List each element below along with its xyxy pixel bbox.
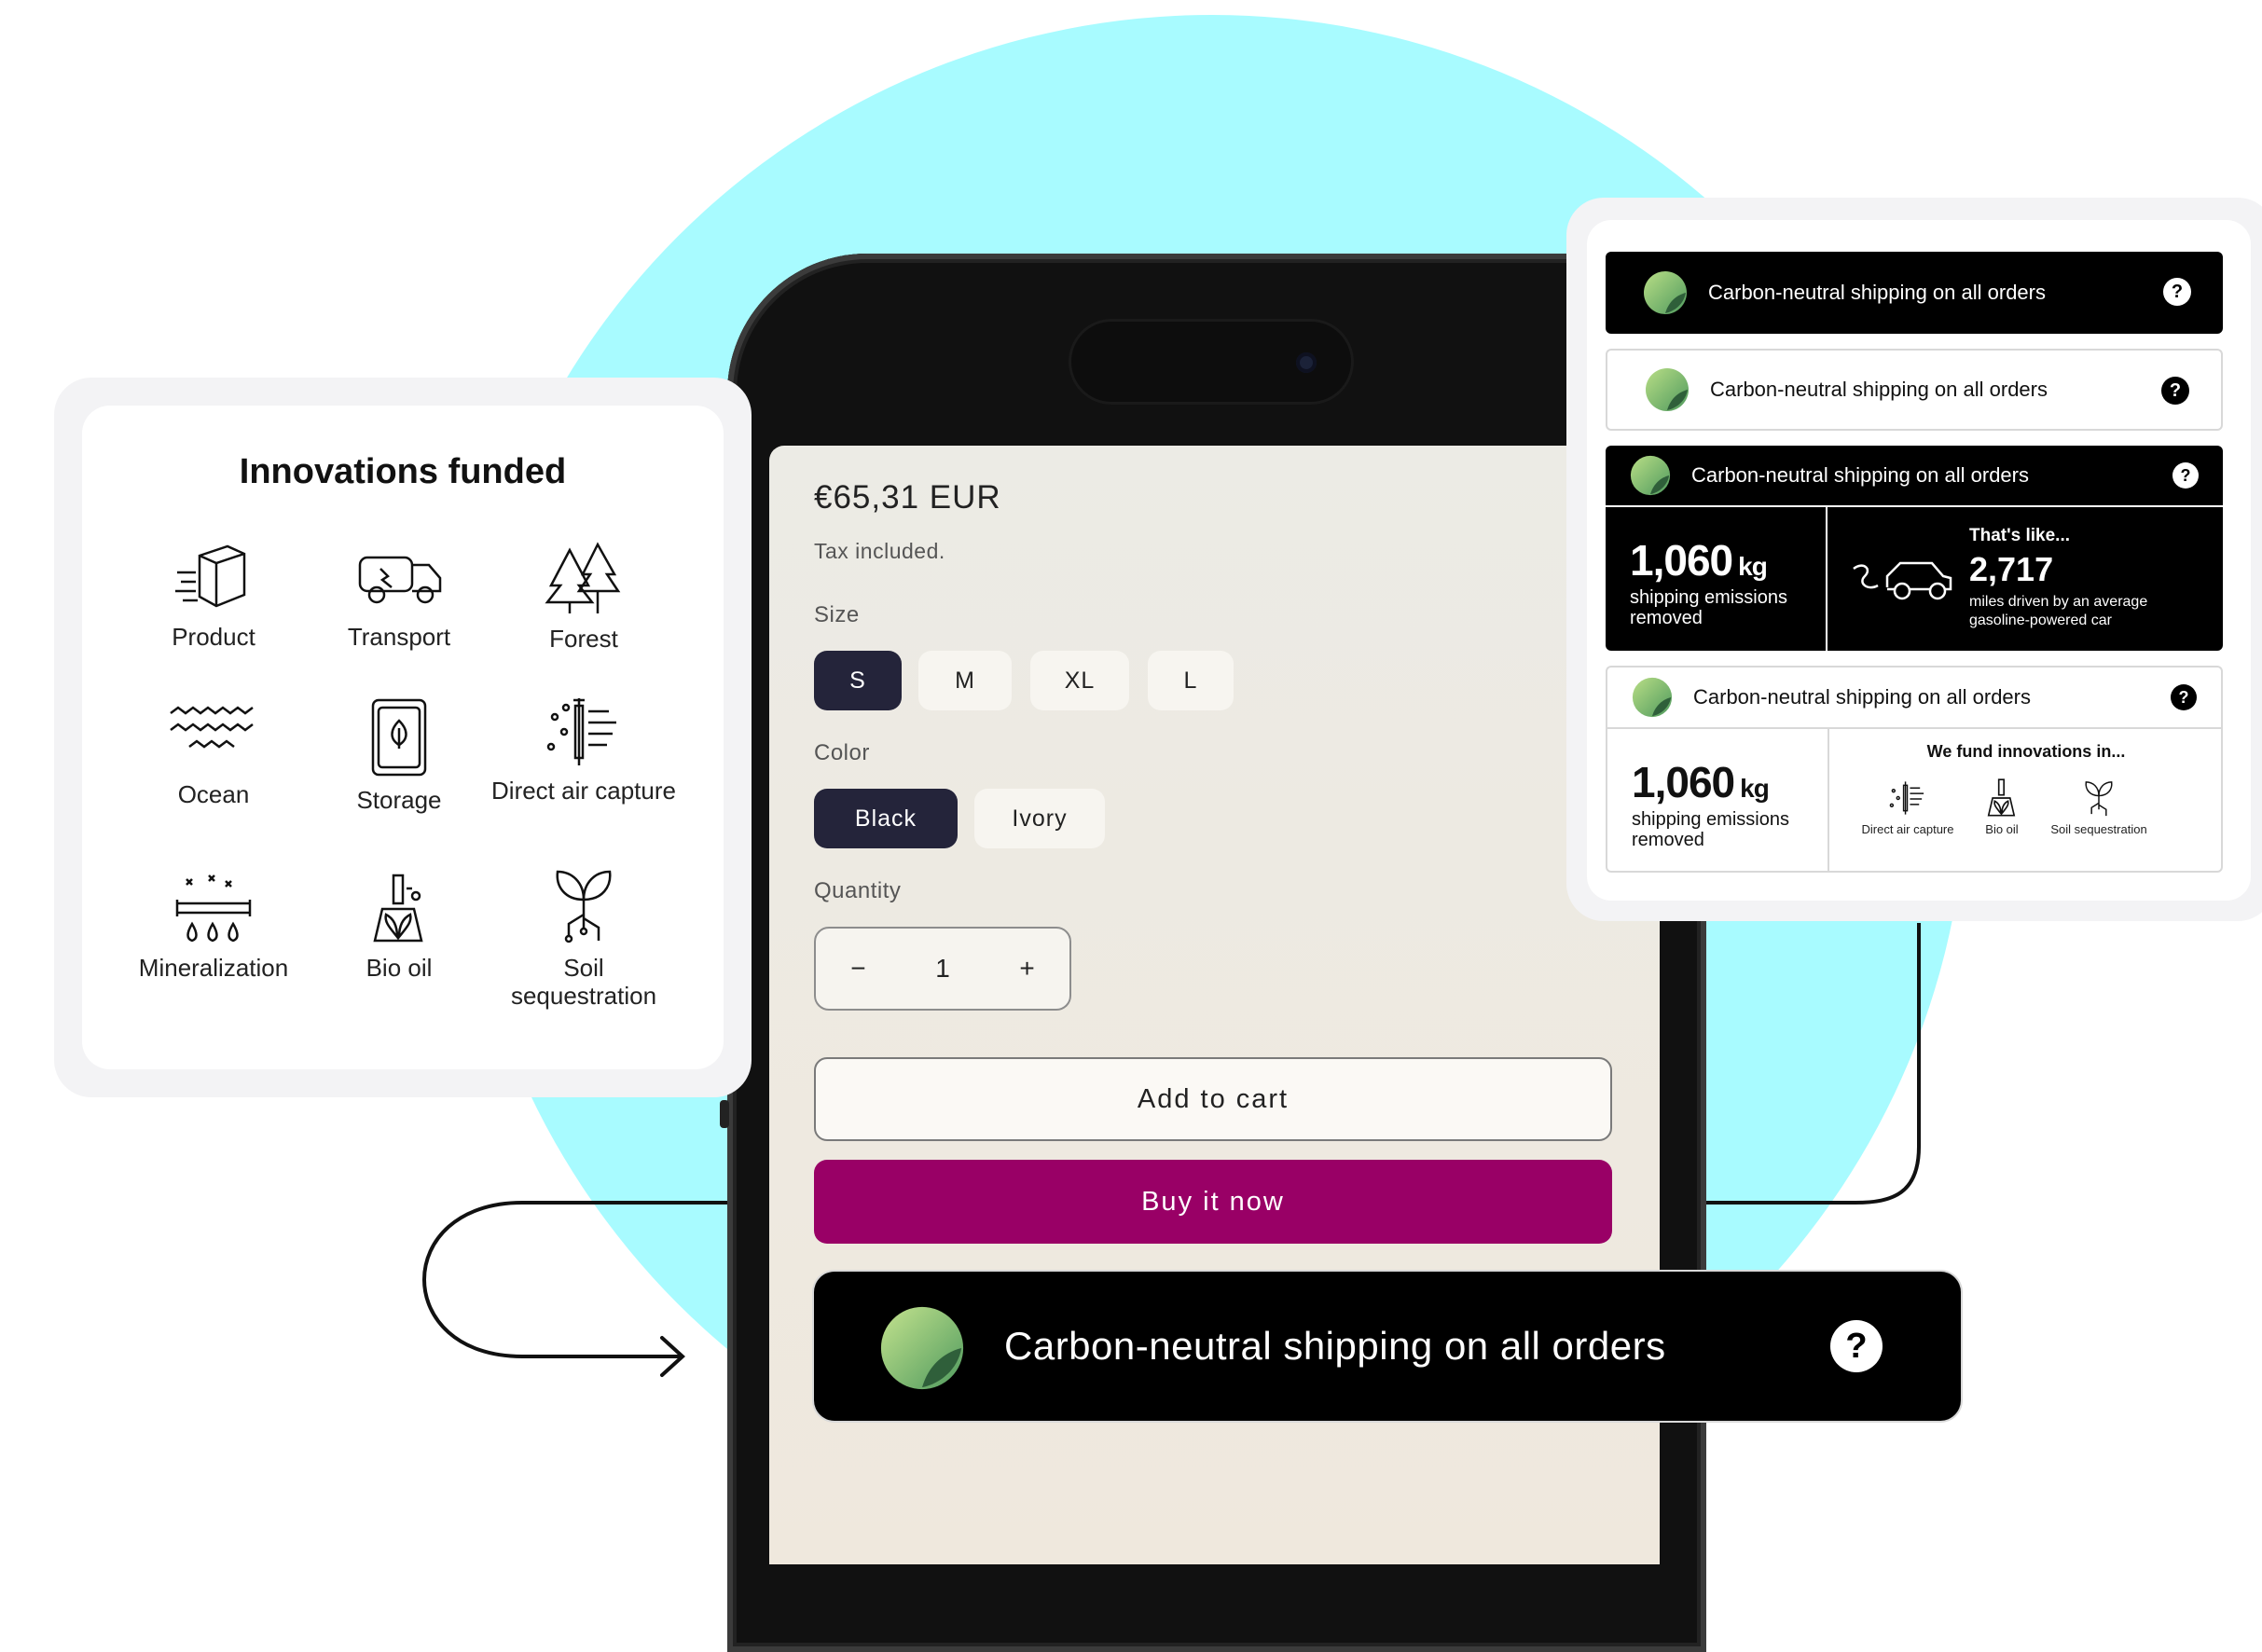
widget-bar-text: Carbon-neutral shipping on all orders — [1710, 378, 2048, 401]
emissions-value: 1,060 kg — [1632, 758, 1770, 806]
quantity-label: Quantity — [814, 878, 902, 903]
emissions-caption: shipping emissions removed — [1632, 809, 1789, 850]
innovation-product: Product — [120, 541, 307, 651]
widget-bar-text: Carbon-neutral shipping on all orders — [1691, 463, 2029, 487]
innovation-storage: Storage — [306, 695, 492, 814]
help-icon[interactable]: ? — [2161, 377, 2189, 405]
emissions-value: 1,060 kg — [1630, 536, 1768, 585]
trees-icon — [545, 542, 621, 613]
dynamic-island — [1069, 319, 1354, 405]
box-icon — [175, 544, 246, 608]
waves-icon — [170, 706, 254, 749]
air-capture-icon — [1889, 781, 1924, 815]
size-option-m[interactable]: M — [918, 651, 1012, 710]
divider — [1826, 507, 1828, 651]
size-option-xl[interactable]: XL — [1030, 651, 1129, 710]
car-icon — [1853, 561, 1952, 600]
color-label: Color — [814, 740, 870, 765]
quantity-decrease-button[interactable]: − — [850, 954, 865, 984]
tax-note: Tax included. — [814, 539, 945, 563]
size-label: Size — [814, 602, 860, 627]
innovation-label: Direct air capture — [491, 777, 676, 805]
widget-light-bar[interactable]: Carbon-neutral shipping on all orders ? — [1606, 349, 2223, 431]
leaf-logo-icon — [880, 1306, 964, 1390]
sprout-icon — [556, 870, 612, 943]
widget-bar-text: Carbon-neutral shipping on all orders — [1708, 281, 2046, 304]
fund-item-soil-sequestration: Soil sequestration — [2048, 778, 2150, 836]
leaf-logo-icon — [1630, 455, 1671, 496]
help-icon[interactable]: ? — [2163, 278, 2191, 306]
comparison-value: 2,717 — [1969, 550, 2054, 588]
buy-now-button[interactable]: Buy it now — [814, 1160, 1612, 1244]
leaf-logo-icon — [1644, 271, 1687, 314]
camera-icon — [1296, 352, 1317, 373]
innovation-label: Ocean — [177, 780, 250, 808]
help-icon[interactable]: ? — [1830, 1320, 1883, 1372]
widget-bar-text: Carbon-neutral shipping on all orders — [1693, 685, 2031, 709]
quantity-stepper: − 1 + — [814, 927, 1071, 1011]
truck-icon — [358, 556, 442, 604]
innovation-mineralization: Mineralization — [120, 872, 307, 982]
innovations-title: Innovations funded — [239, 452, 567, 491]
emissions-caption: shipping emissions removed — [1630, 587, 1787, 628]
size-option-s[interactable]: S — [814, 651, 902, 710]
widget-expanded-body: 1,060 kg shipping emissions removed That'… — [1606, 505, 2223, 651]
leaf-logo-icon — [1632, 677, 1673, 718]
innovation-label: Mineralization — [138, 954, 289, 982]
innovation-ocean: Ocean — [120, 704, 307, 808]
comparison-caption: miles driven by an average gasoline-powe… — [1969, 594, 2148, 628]
storage-bag-icon — [371, 698, 427, 777]
leaf-logo-icon — [1646, 368, 1689, 411]
innovation-direct-air-capture: Direct air capture — [490, 695, 677, 805]
air-capture-icon — [546, 698, 616, 765]
innovation-label: Storage — [356, 786, 442, 814]
comparison-title: That's like... — [1969, 526, 2070, 545]
innovations-card: Innovations funded Product Transport For… — [82, 406, 724, 1069]
innovation-label: Soil sequestration — [510, 954, 657, 1010]
fund-title: We fund innovations in... — [1926, 742, 2126, 761]
innovation-bio-oil: Bio oil — [306, 872, 492, 982]
phone-side-button — [720, 1100, 729, 1128]
bio-oil-icon — [373, 874, 423, 943]
innovation-forest: Forest — [490, 541, 677, 653]
help-icon[interactable]: ? — [2171, 684, 2197, 710]
widget-dark-expanded: Carbon-neutral shipping on all orders ? … — [1606, 446, 2223, 651]
innovation-label: Product — [172, 623, 255, 651]
quantity-increase-button[interactable]: + — [1019, 954, 1034, 984]
innovation-label: Bio oil — [366, 954, 433, 982]
widget-expanded-header[interactable]: Carbon-neutral shipping on all orders ? — [1606, 446, 2223, 505]
banner-text: Carbon-neutral shipping on all orders — [1004, 1324, 1666, 1368]
carbon-neutral-banner[interactable]: Carbon-neutral shipping on all orders ? — [814, 1272, 1961, 1421]
innovation-soil-sequestration: Soil sequestration — [490, 862, 677, 1010]
mineralization-icon — [175, 874, 252, 943]
fund-item-direct-air-capture: Direct air capture — [1856, 778, 1959, 836]
fund-item-bio-oil: Bio oil — [1951, 778, 2053, 836]
color-option-ivory[interactable]: Ivory — [974, 789, 1105, 848]
widget-dark-bar[interactable]: Carbon-neutral shipping on all orders ? — [1606, 252, 2223, 334]
color-option-black[interactable]: Black — [814, 789, 958, 848]
innovation-label: Forest — [549, 625, 618, 653]
quantity-value[interactable]: 1 — [935, 954, 950, 984]
widget-expanded-body: 1,060 kg shipping emissions removed We fu… — [1607, 727, 2221, 871]
innovation-transport: Transport — [306, 541, 492, 651]
sprout-icon — [2085, 781, 2113, 817]
size-option-l[interactable]: L — [1148, 651, 1234, 710]
innovation-label: Transport — [347, 623, 451, 651]
widget-expanded-header[interactable]: Carbon-neutral shipping on all orders ? — [1607, 668, 2221, 727]
help-icon[interactable]: ? — [2172, 462, 2199, 489]
bio-oil-icon — [1987, 778, 2016, 817]
widget-light-expanded: Carbon-neutral shipping on all orders ? … — [1606, 666, 2223, 873]
product-price: €65,31 EUR — [814, 479, 1001, 516]
add-to-cart-button[interactable]: Add to cart — [814, 1057, 1612, 1141]
